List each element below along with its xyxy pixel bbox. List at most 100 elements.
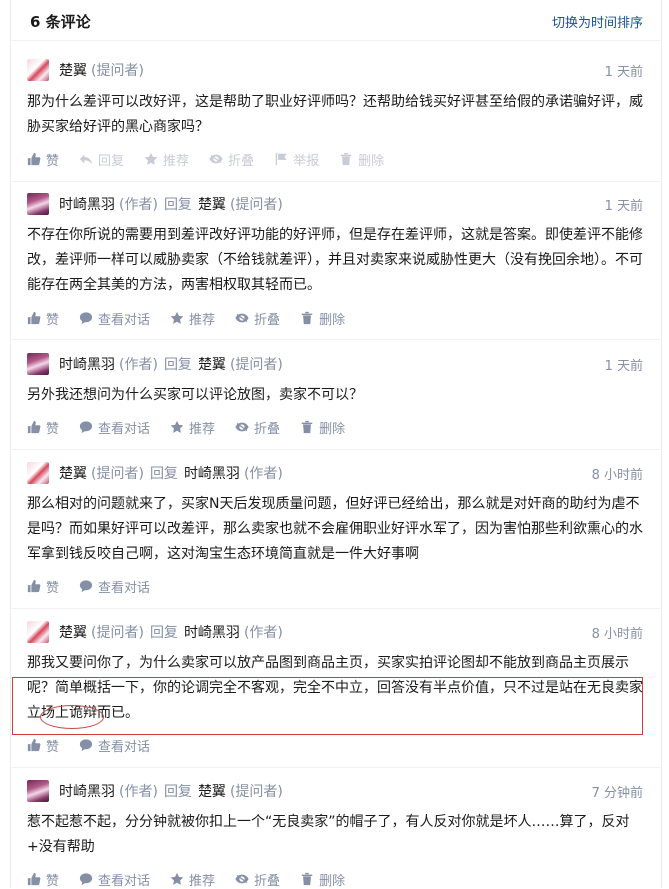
fold-eye-icon [235, 420, 249, 434]
report-button[interactable]: 举报 [274, 150, 319, 169]
recommend-label: 推荐 [189, 873, 216, 889]
timestamp: 1 天前 [604, 199, 643, 214]
comment-actions: 赞 回复 推荐 折叠 举报 删除 [27, 149, 404, 169]
trash-icon [300, 420, 314, 434]
recommend-label: 推荐 [189, 312, 216, 328]
author-name[interactable]: 楚翼 [59, 463, 87, 483]
reply-to-role: (提问者) [229, 784, 283, 800]
comment-actions: 赞 查看对话 [27, 735, 170, 755]
fold-button[interactable]: 折叠 [209, 150, 254, 169]
author-name[interactable]: 时崎黑羽 [59, 781, 115, 801]
author-name[interactable]: 时崎黑羽 [59, 194, 115, 214]
like-button[interactable]: 赞 [27, 418, 59, 437]
delete-button[interactable]: 删除 [300, 309, 345, 328]
like-button[interactable]: 赞 [27, 577, 59, 596]
like-button[interactable]: 赞 [27, 150, 59, 169]
comment-meta: 时崎黑羽 (作者) 回复 楚翼 (提问者) [27, 352, 283, 376]
avatar[interactable] [27, 462, 49, 484]
comment-actions: 赞 查看对话 推荐 折叠 删除 [27, 417, 365, 437]
reply-arrow-icon [79, 152, 93, 166]
reply-to-name[interactable]: 时崎黑羽 [184, 622, 240, 642]
delete-label: 删除 [319, 312, 346, 328]
comment-meta: 楚翼 (提问者) 回复 时崎黑羽 (作者) [27, 620, 283, 644]
like-button[interactable]: 赞 [27, 736, 59, 755]
star-icon [170, 872, 184, 886]
report-label: 举报 [293, 153, 320, 169]
comment-text: 另外我还想问为什么买家可以评论放图，卖家不可以？ [27, 387, 363, 403]
view-conversation-button[interactable]: 查看对话 [79, 736, 150, 755]
reply-to-name[interactable]: 时崎黑羽 [184, 463, 240, 483]
reply-button[interactable]: 回复 [79, 150, 124, 169]
sort-toggle-link[interactable]: 切换为时间排序 [552, 12, 643, 31]
chat-bubble-icon [79, 311, 93, 325]
recommend-button[interactable]: 推荐 [170, 870, 215, 889]
chat-bubble-icon [79, 872, 93, 886]
avatar[interactable] [27, 193, 49, 215]
avatar[interactable] [27, 59, 49, 81]
trash-icon [300, 311, 314, 325]
delete-button[interactable]: 删除 [339, 150, 384, 169]
recommend-label: 推荐 [189, 421, 216, 437]
reply-to-name[interactable]: 楚翼 [198, 194, 226, 214]
delete-button[interactable]: 删除 [300, 418, 345, 437]
reply-to-name[interactable]: 楚翼 [198, 781, 226, 801]
star-icon [170, 420, 184, 434]
timestamp: 8 小时前 [591, 468, 643, 483]
comment-actions: 赞 查看对话 推荐 折叠 删除 [27, 308, 365, 328]
view-conversation-label: 查看对话 [98, 421, 151, 437]
trash-icon [339, 152, 353, 166]
view-conversation-label: 查看对话 [98, 739, 151, 755]
avatar[interactable] [27, 353, 49, 375]
view-conversation-label: 查看对话 [98, 580, 151, 596]
thumbs-up-icon [27, 420, 41, 434]
reply-to-name[interactable]: 楚翼 [198, 354, 226, 374]
view-conversation-button[interactable]: 查看对话 [79, 418, 150, 437]
reply-to-role: (作者) [243, 466, 283, 482]
recommend-button[interactable]: 推荐 [144, 150, 189, 169]
author-name[interactable]: 楚翼 [59, 60, 87, 80]
star-icon [144, 152, 158, 166]
timestamp: 1 天前 [604, 65, 643, 80]
comment-count: 6 条评论 [30, 13, 91, 31]
comment-text: 惹不起惹不起，分分钟就被你扣上一个“无良卖家”的帽子了，有人反对你就是坏人……算… [27, 814, 630, 855]
view-conversation-button[interactable]: 查看对话 [79, 309, 150, 328]
comment-meta: 时崎黑羽 (作者) 回复 楚翼 (提问者) [27, 779, 283, 803]
delete-label: 删除 [358, 153, 385, 169]
fold-label: 折叠 [254, 873, 281, 889]
avatar[interactable] [27, 780, 49, 802]
timestamp: 8 小时前 [591, 627, 643, 642]
fold-button[interactable]: 折叠 [235, 418, 280, 437]
fold-button[interactable]: 折叠 [235, 870, 280, 889]
like-label: 赞 [46, 739, 60, 755]
comment-4: 楚翼 (提问者) 回复 时崎黑羽 (作者) 8 小时前 那么相对的问题就来了，买… [10, 461, 660, 609]
recommend-button[interactable]: 推荐 [170, 309, 215, 328]
view-conversation-label: 查看对话 [98, 873, 151, 889]
like-button[interactable]: 赞 [27, 309, 59, 328]
avatar[interactable] [27, 621, 49, 643]
author-role: (提问者) [91, 63, 144, 79]
fold-button[interactable]: 折叠 [235, 309, 280, 328]
recommend-button[interactable]: 推荐 [170, 418, 215, 437]
thumbs-up-icon [27, 738, 41, 752]
fold-label: 折叠 [254, 312, 281, 328]
flag-icon [274, 152, 288, 166]
author-role: (提问者) [91, 625, 144, 641]
delete-label: 删除 [319, 421, 346, 437]
comment-6: 时崎黑羽 (作者) 回复 楚翼 (提问者) 7 分钟前 惹不起惹不起，分分钟就被… [10, 779, 660, 889]
like-label: 赞 [46, 153, 60, 169]
delete-button[interactable]: 删除 [300, 870, 345, 889]
author-name[interactable]: 时崎黑羽 [59, 354, 115, 374]
thumbs-up-icon [27, 311, 41, 325]
reply-to-role: (提问者) [229, 197, 283, 213]
author-name[interactable]: 楚翼 [59, 622, 87, 642]
like-label: 赞 [46, 312, 60, 328]
comment-meta: 楚翼 (提问者) [27, 58, 144, 82]
fold-eye-icon [235, 311, 249, 325]
like-label: 赞 [46, 873, 60, 889]
fold-eye-icon [235, 872, 249, 886]
reply-to-role: (作者) [243, 625, 283, 641]
view-conversation-button[interactable]: 查看对话 [79, 870, 150, 889]
timestamp: 7 分钟前 [591, 786, 643, 801]
like-button[interactable]: 赞 [27, 870, 59, 889]
view-conversation-button[interactable]: 查看对话 [79, 577, 150, 596]
